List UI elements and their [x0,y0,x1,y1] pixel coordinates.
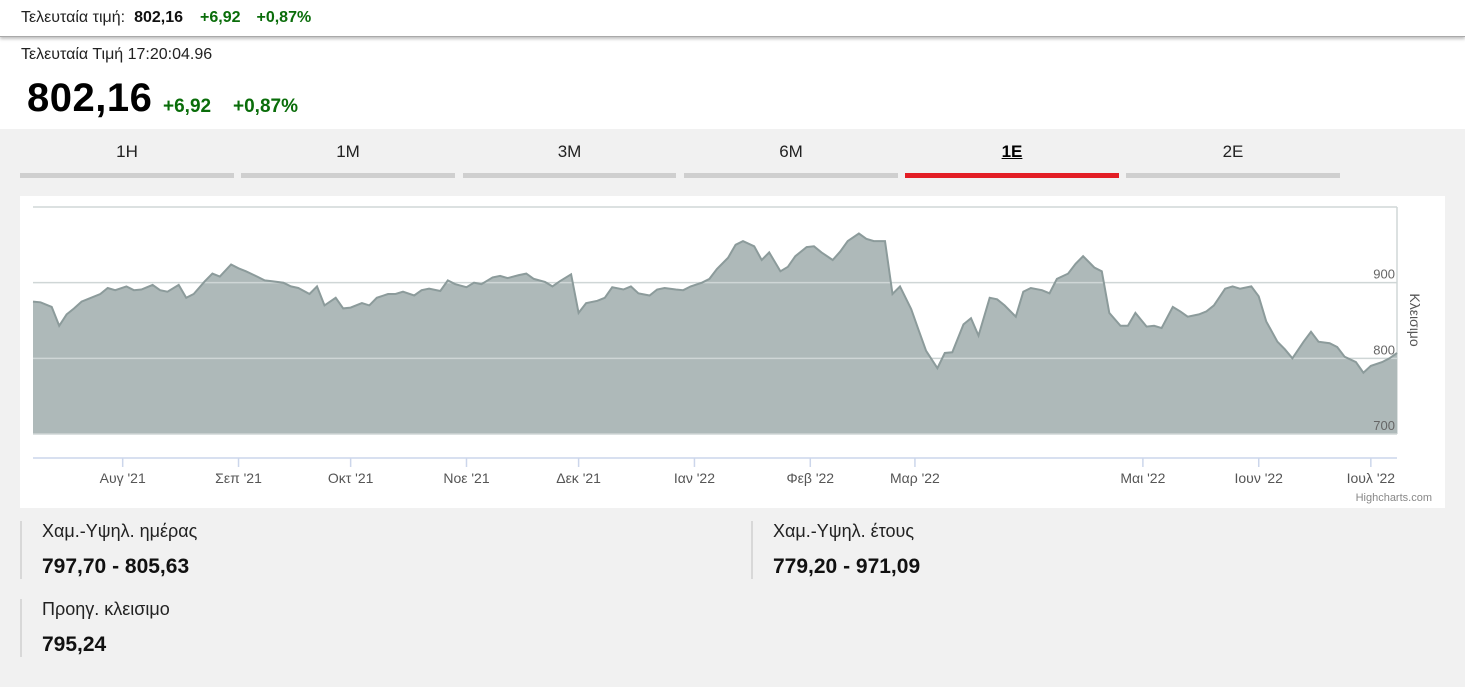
stat-year-range: Χαμ.-Υψηλ. έτους 779,20 - 971,09 [751,521,920,579]
x-tick-label: Οκτ '21 [328,470,374,486]
stat-value: 797,70 - 805,63 [42,555,190,578]
stat-label: Προηγ. κλεισιμο [42,599,170,619]
top-last-price-label: Τελευταία τιμή: [21,9,126,26]
x-tick-label: Ιουν '22 [1234,470,1283,486]
tab-3m[interactable]: 3M [463,129,676,178]
top-price-change-pct: +0,87% [256,9,312,26]
x-tick-label: Σεπ '21 [215,470,262,486]
tab-label: 1H [116,142,138,161]
y-tick-label: 900 [1373,267,1395,282]
stat-value: 779,20 - 971,09 [773,555,921,578]
stat-label: Χαμ.-Υψηλ. έτους [773,521,915,541]
stat-prev-close: Προηγ. κλεισιμο 795,24 [20,599,170,657]
stat-value: 795,24 [42,633,107,656]
price-chart: 700 800 900 Κλεισιμο Αυγ '21 Σεπ '21 Οκτ '21 Νο… [20,196,1445,508]
price-change: +6,92 [163,96,212,117]
tab-label: 1E [1001,142,1023,161]
x-tick-label: Αυγ '21 [100,470,146,486]
last-price-timestamp: Τελευταία Τιμή 17:20:04.96 [21,46,213,63]
x-tick-label: Μαρ '22 [890,470,940,486]
price-change-pct: +0,87% [233,96,298,117]
top-last-price-value: 802,16 [134,9,183,26]
chart-panel: 1H 1M 3M 6M 1E 2E 700 800 900 Κλεισιμο Αυγ '… [0,129,1465,687]
tab-1h[interactable]: 1H [20,129,234,178]
tab-1y[interactable]: 1E [905,129,1119,178]
tab-6m[interactable]: 6M [684,129,898,178]
tab-1m[interactable]: 1M [241,129,455,178]
stat-day-range: Χαμ.-Υψηλ. ημέρας 797,70 - 805,63 [20,521,197,579]
tab-label: 6M [779,142,803,161]
tab-label: 2E [1222,142,1244,161]
price-chart-svg: 700 800 900 Κλεισιμο Αυγ '21 Σεπ '21 Οκτ '21 Νο… [32,206,1423,486]
x-tick-label: Μαι '22 [1120,470,1165,486]
stat-label: Χαμ.-Υψηλ. ημέρας [42,521,198,541]
x-tick-label: Δεκ '21 [556,470,601,486]
top-ticker-bar: Τελευταία τιμή: 802,16 +6,92 +0,87% [0,0,1465,37]
x-tick-label: Ιουλ '22 [1347,470,1396,486]
chart-credit[interactable]: Highcharts.com [1356,492,1432,504]
y-tick-label: 700 [1373,418,1395,433]
x-tick-label: Φεβ '22 [786,470,834,486]
x-tick-label: Νοε '21 [443,470,489,486]
tab-label: 3M [557,142,582,161]
tab-2y[interactable]: 2E [1126,129,1340,178]
x-tick-label: Ιαν '22 [674,470,715,486]
y-axis-title: Κλεισιμο [1407,293,1423,347]
tab-label: 1M [336,142,360,161]
top-price-change: +6,92 [200,9,241,26]
y-tick-label: 800 [1373,342,1395,357]
chart-area-fill [33,233,1397,434]
current-price: 802,16 [27,76,153,120]
